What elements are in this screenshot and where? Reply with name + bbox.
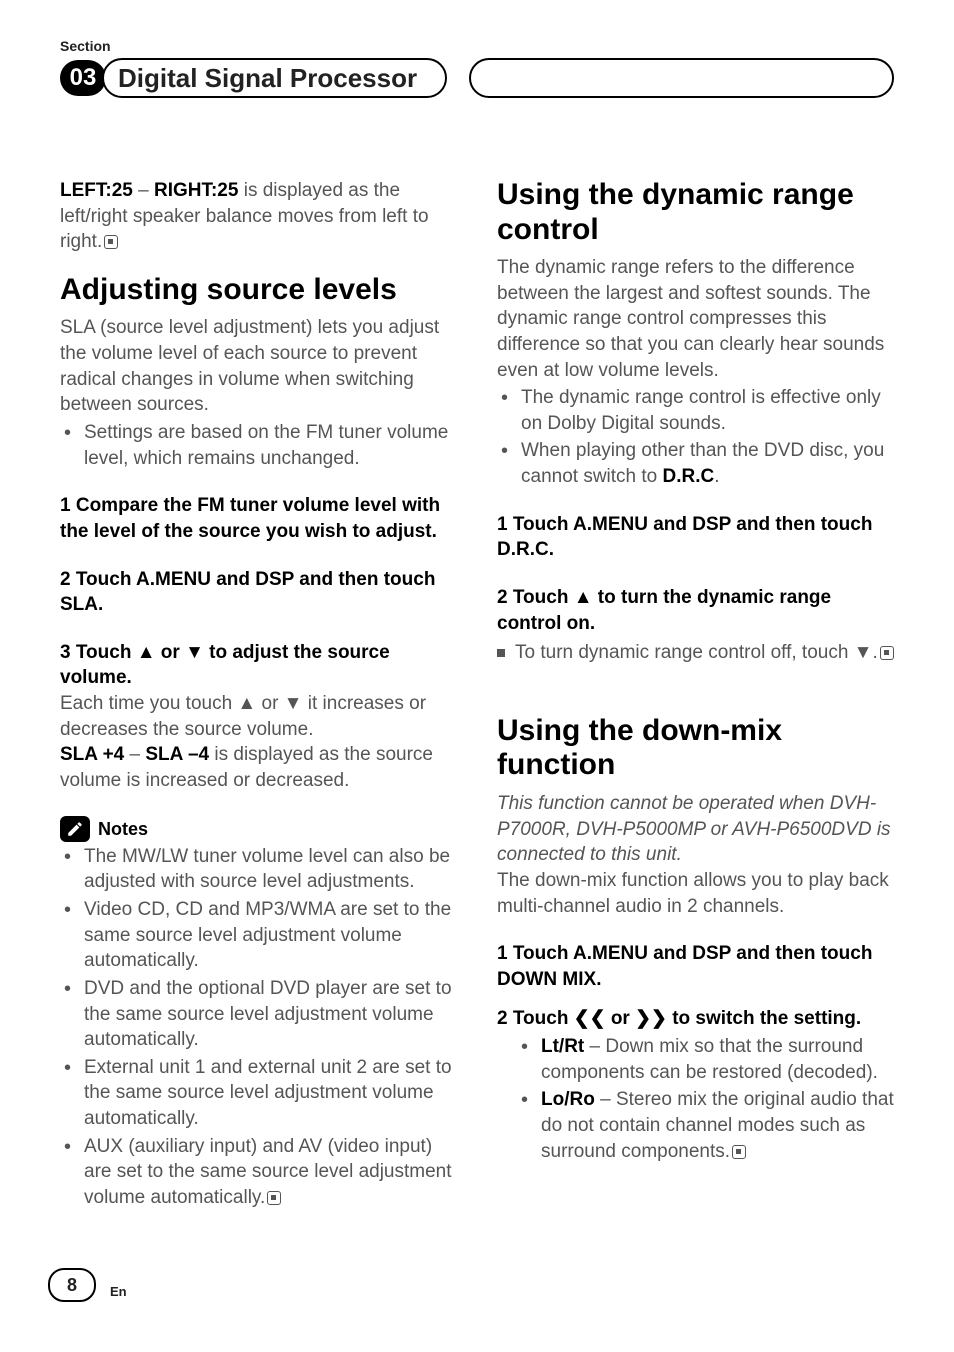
list-item: External unit 1 and external unit 2 are …: [60, 1055, 457, 1132]
list-item: When playing other than the DVD disc, yo…: [497, 438, 894, 489]
right-column: Using the dynamic range control The dyna…: [497, 178, 894, 1211]
language-label: En: [110, 1284, 127, 1299]
heading-dynamic-range: Using the dynamic range control: [497, 178, 894, 247]
list-item: The dynamic range control is effective o…: [497, 385, 894, 436]
sla-bullets: Settings are based on the FM tuner volum…: [60, 420, 457, 471]
page-number-badge: 8: [48, 1268, 96, 1302]
section-number-badge: 03: [60, 60, 106, 96]
step-3-detail: Each time you touch ▲ or ▼ it increases …: [60, 691, 457, 742]
list-item: Video CD, CD and MP3/WMA are set to the …: [60, 897, 457, 974]
page-title: Digital Signal Processor: [102, 58, 447, 98]
square-bullet-icon: [497, 649, 505, 657]
down-mix-note-italic: This function cannot be operated when DV…: [497, 791, 894, 868]
list-item: Settings are based on the FM tuner volum…: [60, 420, 457, 471]
sla-paragraph: SLA (source level adjustment) lets you a…: [60, 315, 457, 418]
drc-step-1: 1 Touch A.MENU and DSP and then touch D.…: [497, 512, 894, 563]
step-1-compare: 1 Compare the FM tuner volume level with…: [60, 493, 457, 544]
drc-step-2: 2 Touch ▲ to turn the dynamic range cont…: [497, 585, 894, 636]
page-header: 03 Digital Signal Processor: [60, 58, 894, 98]
left-column: LEFT:25 – RIGHT:25 is displayed as the l…: [60, 178, 457, 1211]
stop-icon: [880, 646, 894, 660]
drc-paragraph: The dynamic range refers to the differen…: [497, 255, 894, 383]
stop-icon: [104, 235, 118, 249]
step-2-touch-sla: 2 Touch A.MENU and DSP and then touch SL…: [60, 567, 457, 618]
dm-options-list: Lt/Rt – Down mix so that the surround co…: [497, 1034, 894, 1164]
heading-adjusting-source-levels: Adjusting source levels: [60, 273, 457, 308]
dm-step-1: 1 Touch A.MENU and DSP and then touch DO…: [497, 941, 894, 992]
list-item: Lo/Ro – Stereo mix the original audio th…: [497, 1087, 894, 1164]
list-item: AUX (auxiliary input) and AV (video inpu…: [60, 1134, 457, 1211]
dm-step-2: 2 Touch ❮❮ or ❯❯ to switch the setting.: [497, 1006, 894, 1032]
stop-icon: [267, 1191, 281, 1205]
balance-display-text: LEFT:25 – RIGHT:25 is displayed as the l…: [60, 178, 457, 255]
pencil-icon: [60, 816, 90, 842]
stop-icon: [732, 1145, 746, 1159]
header-pill-empty: [469, 58, 894, 98]
list-item: Lt/Rt – Down mix so that the surround co…: [497, 1034, 894, 1085]
section-label: Section: [60, 38, 894, 54]
notes-heading: Notes: [60, 816, 457, 842]
drc-bullets: The dynamic range control is effective o…: [497, 385, 894, 490]
list-item: DVD and the optional DVD player are set …: [60, 976, 457, 1053]
down-mix-paragraph: The down-mix function allows you to play…: [497, 868, 894, 919]
sla-range-text: SLA +4 – SLA –4 is displayed as the sour…: [60, 742, 457, 793]
notes-list: The MW/LW tuner volume level can also be…: [60, 844, 457, 1211]
drc-off-note: To turn dynamic range control off, touch…: [497, 640, 894, 666]
page-footer: 8 En: [48, 1268, 127, 1302]
notes-label: Notes: [98, 817, 148, 841]
list-item: The MW/LW tuner volume level can also be…: [60, 844, 457, 895]
heading-down-mix: Using the down-mix function: [497, 714, 894, 783]
step-3-adjust-volume: 3 Touch ▲ or ▼ to adjust the source volu…: [60, 640, 457, 691]
